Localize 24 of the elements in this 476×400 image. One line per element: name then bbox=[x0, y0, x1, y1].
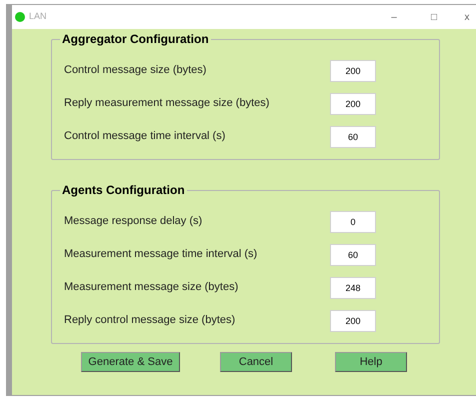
minimize-button[interactable]: – bbox=[372, 10, 416, 24]
field-label: Measurement message time interval (s) bbox=[64, 247, 258, 262]
input-field[interactable]: 248 bbox=[330, 276, 376, 298]
dialog-button[interactable]: Help bbox=[335, 352, 407, 372]
close-button[interactable]: x bbox=[452, 10, 476, 24]
group-title: Agents Configuration bbox=[60, 182, 187, 198]
input-field[interactable]: 60 bbox=[330, 244, 376, 266]
input-field[interactable]: 200 bbox=[330, 92, 376, 114]
input-field[interactable]: 200 bbox=[330, 60, 376, 82]
field-label: Control message time interval (s) bbox=[64, 129, 226, 144]
input-field[interactable]: 0 bbox=[330, 210, 376, 232]
field-label: Message response delay (s) bbox=[64, 214, 204, 230]
input-field[interactable]: 60 bbox=[330, 126, 376, 148]
app-icon bbox=[15, 12, 25, 22]
input-field[interactable]: 200 bbox=[330, 310, 376, 332]
field-label: Measurement message size (bytes) bbox=[64, 280, 240, 296]
maximize-button[interactable]: □ bbox=[416, 10, 452, 24]
field-label: Reply control message size (bytes) bbox=[64, 313, 236, 328]
dialog-button[interactable]: Generate & Save bbox=[81, 352, 180, 372]
group-title: Aggregator Configuration bbox=[60, 31, 211, 47]
dialog-button[interactable]: Cancel bbox=[220, 352, 292, 372]
window-title: LAN bbox=[29, 10, 47, 24]
field-label: Reply measurement message size (bytes) bbox=[64, 96, 270, 112]
field-label: Control message size (bytes) bbox=[64, 63, 208, 78]
